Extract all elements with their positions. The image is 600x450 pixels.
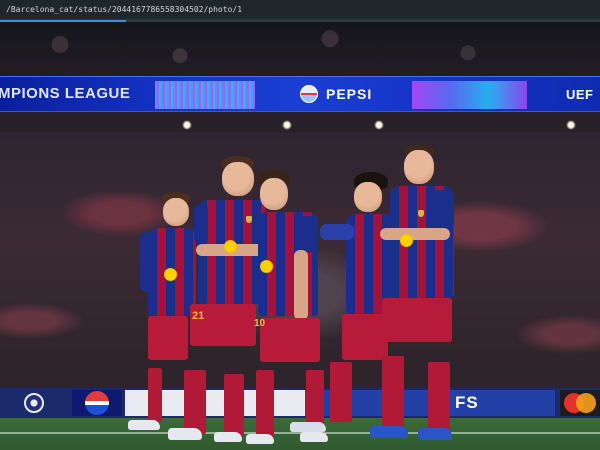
led-banner-right-text: UEF	[566, 87, 594, 102]
url-text: /Barcelona_cat/status/204416778655830450…	[6, 5, 243, 14]
pepsi-board	[72, 390, 122, 416]
pepsi-globe-icon	[85, 391, 109, 415]
shorts-number: 10	[254, 318, 266, 329]
pepsi-banner-word: PEPSI	[326, 86, 373, 102]
pepsi-globe-icon	[300, 85, 318, 103]
pepsi-banner-logo: PEPSI	[300, 85, 372, 103]
mastercard-logo-icon	[560, 390, 600, 416]
led-banner: MPIONS LEAGUE PEPSI UEF	[0, 76, 600, 112]
led-graphic-right	[412, 81, 527, 109]
tweet-photo[interactable]: MPIONS LEAGUE PEPSI UEF FS 21 10	[0, 22, 600, 450]
crowd-upper-tier	[0, 22, 600, 78]
shorts-number: 21	[192, 310, 205, 322]
player-centre: 10	[246, 170, 330, 446]
led-banner-left-text: MPIONS LEAGUE	[0, 85, 131, 102]
ucl-starball-icon	[24, 393, 44, 413]
led-graphic-left	[155, 81, 255, 109]
player-far-right	[360, 144, 460, 448]
address-bar[interactable]: /Barcelona_cat/status/204416778655830450…	[0, 0, 600, 20]
